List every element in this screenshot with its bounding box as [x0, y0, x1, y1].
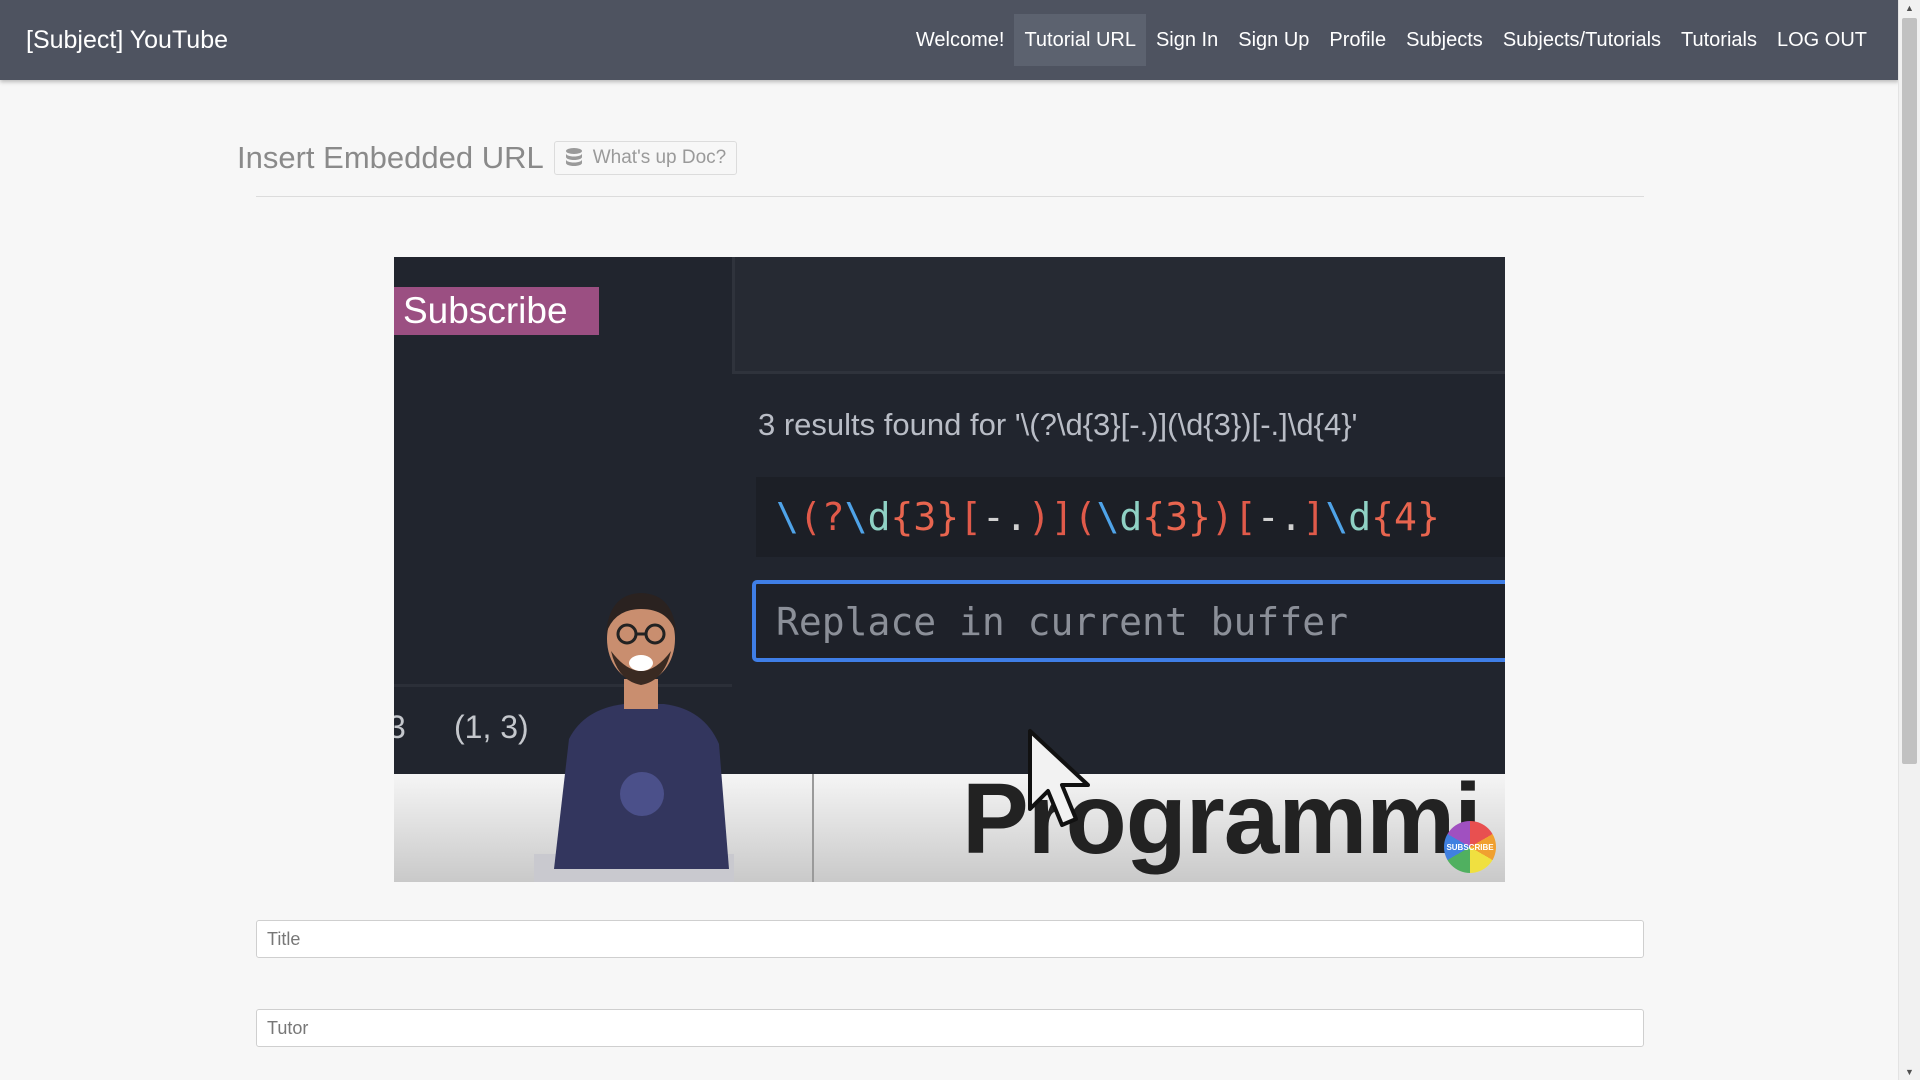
video-regex-text: \(?\d{3}[-.)](\d{3})[-.]\d{4} — [776, 495, 1440, 539]
video-results-text: 3 results found for '\(?\d{3}[-.)](\d{3}… — [758, 407, 1358, 442]
brand-link[interactable]: [Subject] YouTube — [26, 0, 228, 80]
video-coordinate-edge: 3 — [394, 709, 406, 745]
heading-divider — [256, 196, 1644, 197]
page-heading: Insert Embedded URL What's up Doc? — [237, 138, 738, 178]
whats-up-doc-button[interactable]: What's up Doc? — [553, 141, 738, 175]
scrollbar-thumb[interactable] — [1902, 18, 1917, 764]
nav-item-sign-in[interactable]: Sign In — [1146, 14, 1228, 66]
video-cursor-icon — [1028, 729, 1090, 827]
nav-item-tutorials[interactable]: Tutorials — [1671, 14, 1767, 66]
tutor-input[interactable] — [256, 1009, 1644, 1047]
video-bottom-separator — [812, 774, 814, 882]
nav-item-tutorial-url[interactable]: Tutorial URL — [1014, 14, 1146, 66]
scroll-up-arrow-icon[interactable]: ▲ — [1899, 0, 1920, 16]
video-replace-box: Replace in current buffer — [752, 580, 1505, 662]
nav-menu: Welcome! Tutorial URL Sign In Sign Up Pr… — [906, 14, 1877, 66]
subscribe-badge-icon[interactable]: SUBSCRIBE — [1444, 821, 1496, 873]
whats-up-doc-label: What's up Doc? — [592, 147, 727, 168]
scroll-down-arrow-icon[interactable]: ▼ — [1899, 1064, 1920, 1080]
top-navbar: [Subject] YouTube Welcome! Tutorial URL … — [0, 0, 1899, 80]
page-scrollbar[interactable]: ▲ ▼ — [1898, 0, 1920, 1080]
database-icon — [565, 148, 582, 166]
video-editor-panel — [732, 257, 1505, 374]
nav-item-welcome[interactable]: Welcome! — [906, 14, 1015, 66]
nav-item-subjects[interactable]: Subjects — [1396, 14, 1493, 66]
subscribe-overlay-button[interactable]: Subscribe — [394, 287, 599, 335]
nav-item-profile[interactable]: Profile — [1319, 14, 1396, 66]
title-input[interactable] — [256, 920, 1644, 958]
embedded-video-player[interactable]: 3 results found for '\(?\d{3}[-.)](\d{3}… — [394, 257, 1505, 882]
video-regex-box: \(?\d{3}[-.)](\d{3})[-.]\d{4} — [756, 477, 1505, 557]
video-replace-text: Replace in current buffer — [776, 600, 1348, 644]
nav-item-log-out[interactable]: LOG OUT — [1767, 14, 1877, 66]
presenter-figure — [534, 593, 734, 882]
page-title: Insert Embedded URL — [237, 140, 544, 175]
nav-item-subjects-tutorials[interactable]: Subjects/Tutorials — [1493, 14, 1671, 66]
nav-item-sign-up[interactable]: Sign Up — [1228, 14, 1319, 66]
